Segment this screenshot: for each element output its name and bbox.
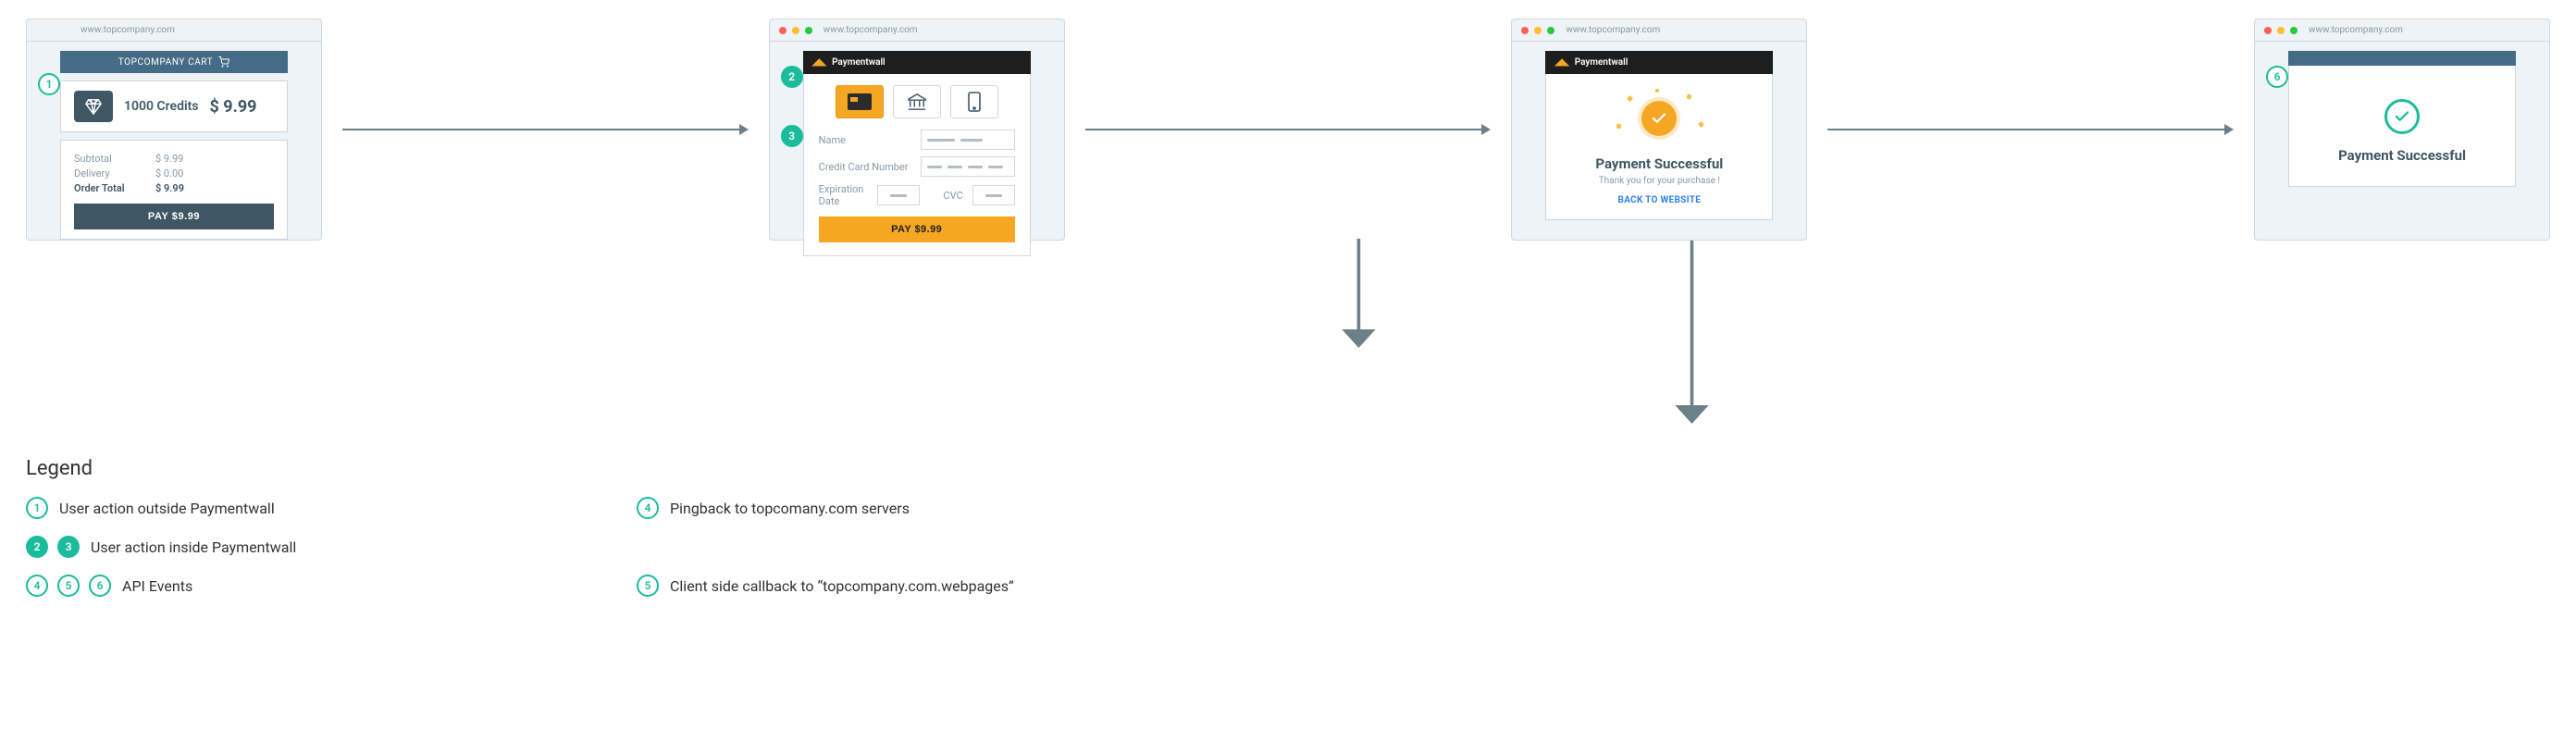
window-cart: www.topcompany.com 1 TOPCOMPANY CART 100…: [26, 19, 322, 241]
confirmation-body: Payment Successful: [2288, 66, 2516, 187]
cvc-label: CVC: [943, 190, 962, 202]
traffic-light-green-icon: [1547, 27, 1554, 34]
window-payment-form: www.topcompany.com 2 3 ◢◣ Paymentwall Na…: [769, 19, 1065, 241]
product-card: 1000 Credits $ 9.99: [60, 80, 288, 132]
method-card[interactable]: [836, 85, 884, 118]
subtotal-label: Subtotal: [74, 153, 133, 165]
step-badge-2: 2: [781, 66, 803, 88]
order-total-label: Order Total: [74, 182, 133, 194]
legend-text-1: User action outside Paymentwall: [59, 500, 275, 517]
legend-badge-3: 3: [57, 536, 80, 558]
window-url: www.topcompany.com: [2309, 25, 2403, 35]
legend-text-4: Pingback to topcomany.com servers: [670, 500, 910, 517]
legend-badge-1: 1: [26, 497, 48, 519]
cart-header-label: TOPCOMPANY CART: [118, 57, 214, 68]
back-to-website-link[interactable]: BACK TO WEBSITE: [1618, 195, 1702, 205]
legend-text-5: Client side callback to “topcompany.com.…: [670, 577, 1014, 595]
traffic-light-red-icon: [779, 27, 786, 34]
legend-badge-6b: 6: [89, 575, 111, 597]
step-badge-1: 1: [38, 73, 60, 95]
traffic-light-green-icon: [805, 27, 812, 34]
traffic-light-red-icon: [1521, 27, 1529, 34]
cart-icon: [218, 56, 229, 68]
check-circle-icon: [1641, 101, 1677, 136]
delivery-label: Delivery: [74, 167, 133, 179]
arrow-3-to-4: [1827, 124, 2234, 135]
exp-field[interactable]: [877, 185, 920, 205]
down-arrows-layer: [26, 239, 2550, 424]
cart-header: TOPCOMPANY CART: [60, 51, 288, 73]
sparkle-icon: [1698, 121, 1704, 128]
window-confirmation: www.topcompany.com 6 Payment Successful: [2254, 19, 2550, 241]
cvc-field[interactable]: [972, 185, 1015, 205]
paymentwall-bar: ◢◣ Paymentwall: [1545, 51, 1773, 74]
product-price: $ 9.99: [210, 97, 257, 117]
traffic-light-yellow-icon: [2277, 27, 2285, 34]
pay-amber-button[interactable]: PAY $9.99: [819, 216, 1015, 242]
sparkle-icon: [1655, 89, 1659, 93]
paymentwall-brand: Paymentwall: [1575, 57, 1629, 68]
traffic-light-red-icon: [2264, 27, 2272, 34]
legend-badge-4b: 4: [26, 575, 48, 597]
traffic-light-green-icon: [2290, 27, 2297, 34]
order-total-value: $ 9.99: [155, 182, 184, 194]
success-title: Payment Successful: [1561, 155, 1757, 172]
success-scene: [1561, 91, 1757, 146]
paymentwall-logo-icon: ◢◣: [812, 57, 826, 68]
title-bar: www.topcompany.com: [27, 19, 321, 42]
arrow-2-to-3: [1085, 124, 1492, 135]
paymentwall-bar: ◢◣ Paymentwall: [803, 51, 1031, 74]
cc-field[interactable]: [921, 156, 1015, 177]
title-bar: www.topcompany.com: [2255, 19, 2549, 42]
paymentwall-logo-icon: ◢◣: [1554, 57, 1568, 68]
delivery-value: $ 0.00: [155, 167, 183, 179]
window-url: www.topcompany.com: [80, 25, 175, 35]
pay-button[interactable]: PAY $9.99: [74, 204, 274, 229]
legend-badge-5: 5: [637, 575, 659, 597]
credit-card-icon: [848, 93, 872, 110]
traffic-light-yellow-icon: [792, 27, 799, 34]
legend: Legend 1 User action outside Paymentwall…: [26, 457, 2550, 597]
exp-label: Expiration Date: [819, 183, 868, 207]
success-body: Payment Successful Thank you for your pu…: [1545, 74, 1773, 220]
confirmation-title: Payment Successful: [2304, 147, 2500, 164]
bank-icon: [907, 93, 927, 111]
title-bar: www.topcompany.com: [1512, 19, 1806, 42]
method-bank[interactable]: [893, 85, 941, 118]
subtotal-value: $ 9.99: [155, 153, 183, 165]
sparkle-icon: [1627, 95, 1633, 102]
paymentwall-brand: Paymentwall: [832, 57, 886, 68]
arrow-1-to-2: [342, 124, 749, 135]
legend-badge-4: 4: [637, 497, 659, 519]
sparkle-icon: [1616, 124, 1621, 130]
legend-badge-5b: 5: [57, 575, 80, 597]
title-bar: www.topcompany.com: [770, 19, 1064, 42]
method-mobile[interactable]: [950, 85, 998, 118]
step-badge-3: 3: [781, 125, 803, 147]
name-field[interactable]: [921, 130, 1015, 150]
traffic-light-yellow-icon: [1534, 27, 1542, 34]
legend-text-3: API Events: [122, 577, 192, 595]
step-badge-6: 6: [2266, 66, 2288, 88]
window-success: www.topcompany.com ◢◣ Paymentwall Paymen…: [1511, 19, 1807, 241]
legend-text-2: User action inside Paymentwall: [91, 538, 296, 556]
mobile-icon: [968, 92, 981, 112]
success-subtitle: Thank you for your purchase !: [1561, 176, 1757, 186]
flow-stage: www.topcompany.com 1 TOPCOMPANY CART 100…: [26, 19, 2550, 241]
product-name: 1000 Credits: [124, 99, 199, 114]
topcompany-header: [2288, 51, 2516, 66]
check-outline-icon: [2384, 99, 2420, 134]
totals-card: Subtotal $ 9.99 Delivery $ 0.00 Order Tota…: [60, 140, 288, 240]
window-url: www.topcompany.com: [1566, 25, 1660, 35]
name-label: Name: [819, 134, 911, 146]
diamond-icon: [74, 91, 113, 122]
legend-heading: Legend: [26, 457, 2550, 480]
cc-label: Credit Card Number: [819, 161, 911, 173]
window-url: www.topcompany.com: [824, 25, 918, 35]
sparkle-icon: [1686, 93, 1691, 99]
legend-badge-2: 2: [26, 536, 48, 558]
paymentwall-body: Name Credit Card Number Expiration Date …: [803, 74, 1031, 256]
